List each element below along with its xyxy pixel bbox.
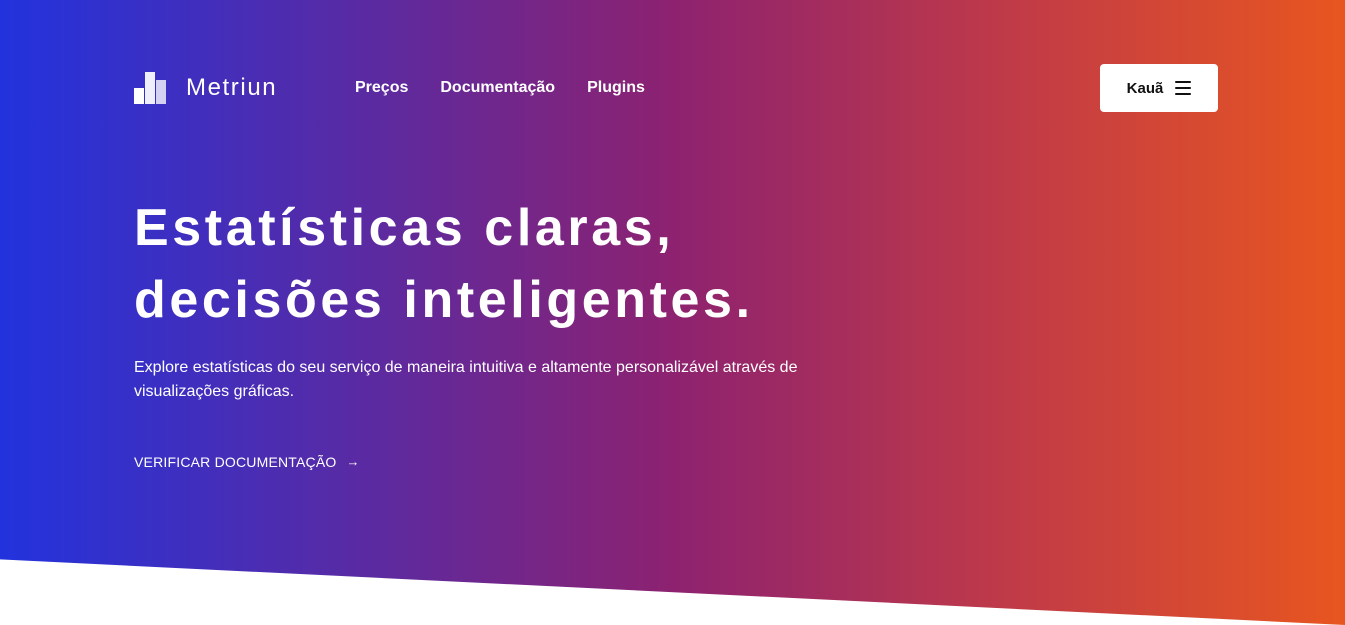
stacked-bars-logo-icon (134, 72, 166, 104)
cta-label: VERIFICAR DOCUMENTAÇÃO (134, 454, 337, 470)
main-nav: Preços Documentação Plugins (355, 77, 645, 99)
nav-link-plugins[interactable]: Plugins (587, 77, 645, 99)
user-name-label: Kauã (1126, 79, 1164, 97)
hero-headline-line-1: Estatísticas claras, (134, 199, 675, 257)
hamburger-menu-icon (1175, 81, 1192, 95)
hero-headline: Estatísticas claras, decisões inteligent… (134, 192, 754, 336)
nav-link-precos[interactable]: Preços (355, 77, 408, 99)
user-menu-button[interactable]: Kauã (1100, 64, 1218, 112)
hero-description: Explore estatísticas do seu serviço de m… (134, 359, 798, 400)
nav-link-documentacao[interactable]: Documentação (440, 77, 555, 99)
brand-home-link[interactable]: Metriun (134, 72, 277, 104)
arrow-right-icon: → (346, 454, 360, 469)
top-navigation-bar: Metriun Preços Documentação Plugins Kauã (134, 64, 1218, 112)
brand-name: Metriun (186, 74, 278, 101)
hero-headline-line-2: decisões inteligentes. (134, 271, 754, 329)
check-documentation-link[interactable]: VERIFICAR DOCUMENTAÇÃO → (134, 452, 360, 472)
